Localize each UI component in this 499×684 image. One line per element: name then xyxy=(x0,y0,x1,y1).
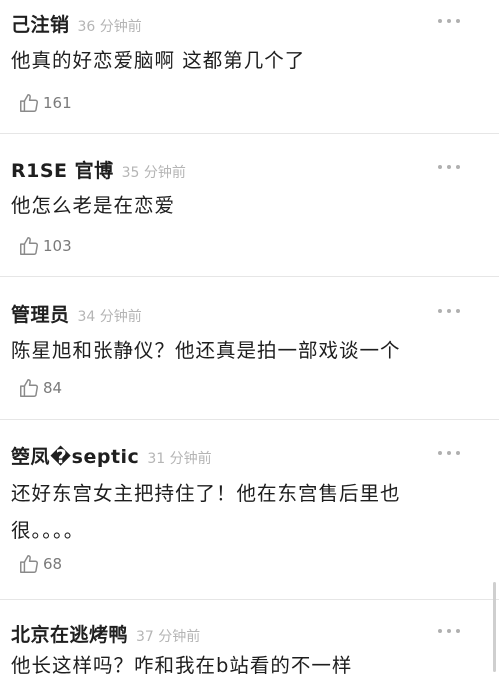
more-dots-icon[interactable] xyxy=(438,451,460,455)
thumbs-up-icon xyxy=(20,94,38,112)
comment-author[interactable]: 己注销 xyxy=(11,10,70,37)
comment-time: 31 分钟前 xyxy=(147,451,212,467)
comment-author[interactable]: R1SE 官博 xyxy=(11,156,114,183)
like-count: 103 xyxy=(43,237,72,255)
comment-text: 他长这样吗？咋和我在b站看的不一样 xyxy=(11,654,353,677)
comment-author[interactable]: 箜凤�septic xyxy=(11,442,139,469)
comment-text: 他怎么老是在恋爱 xyxy=(11,194,176,217)
comment-feed: 己注销 36 分钟前 他真的好恋爱脑啊 这都第几个了 161 R1SE 官博 3… xyxy=(0,0,499,678)
comment-header: R1SE 官博 35 分钟前 xyxy=(11,156,186,183)
comment-item: 北京在逃烤鸭 37 分钟前 他长这样吗？咋和我在b站看的不一样 xyxy=(0,600,499,678)
thumbs-up-icon xyxy=(20,555,38,573)
comment-item: 箜凤�septic 31 分钟前 还好东宫女主把持住了！他在东宫售后里也 很。。… xyxy=(0,420,499,600)
more-dots-icon[interactable] xyxy=(438,309,460,313)
comment-time: 36 分钟前 xyxy=(77,19,142,35)
more-dots-icon[interactable] xyxy=(438,19,460,23)
comment-header: 己注销 36 分钟前 xyxy=(11,10,142,37)
comment-item: R1SE 官博 35 分钟前 他怎么老是在恋爱 103 xyxy=(0,134,499,277)
comment-header: 北京在逃烤鸭 37 分钟前 xyxy=(11,620,200,647)
comment-header: 箜凤�septic 31 分钟前 xyxy=(11,442,212,469)
like-count: 161 xyxy=(43,94,72,112)
comment-text: 还好东宫女主把持住了！他在东宫售后里也 很。。。。 xyxy=(11,482,401,542)
thumbs-up-icon xyxy=(20,237,38,255)
like-button[interactable]: 161 xyxy=(18,92,72,114)
more-dots-icon[interactable] xyxy=(438,165,460,169)
comment-time: 34 分钟前 xyxy=(77,309,142,325)
like-button[interactable]: 84 xyxy=(18,377,62,399)
comment-text: 他真的好恋爱脑啊 这都第几个了 xyxy=(11,49,306,72)
comment-author[interactable]: 北京在逃烤鸭 xyxy=(11,620,128,647)
comment-author[interactable]: 管理员 xyxy=(11,300,70,327)
comment-time: 35 分钟前 xyxy=(121,165,186,181)
like-button[interactable]: 68 xyxy=(18,553,62,575)
thumbs-up-icon xyxy=(20,379,38,397)
like-count: 68 xyxy=(43,555,63,573)
more-dots-icon[interactable] xyxy=(438,629,460,633)
like-button[interactable]: 103 xyxy=(18,235,72,257)
scrollbar[interactable] xyxy=(493,582,496,672)
comment-item: 管理员 34 分钟前 陈星旭和张静仪？他还真是拍一部戏谈一个 84 xyxy=(0,277,499,420)
comment-item: 己注销 36 分钟前 他真的好恋爱脑啊 这都第几个了 161 xyxy=(0,0,499,134)
comment-text: 陈星旭和张静仪？他还真是拍一部戏谈一个 xyxy=(11,339,401,362)
comment-header: 管理员 34 分钟前 xyxy=(11,300,142,327)
like-count: 84 xyxy=(43,379,63,397)
comment-time: 37 分钟前 xyxy=(136,629,201,645)
